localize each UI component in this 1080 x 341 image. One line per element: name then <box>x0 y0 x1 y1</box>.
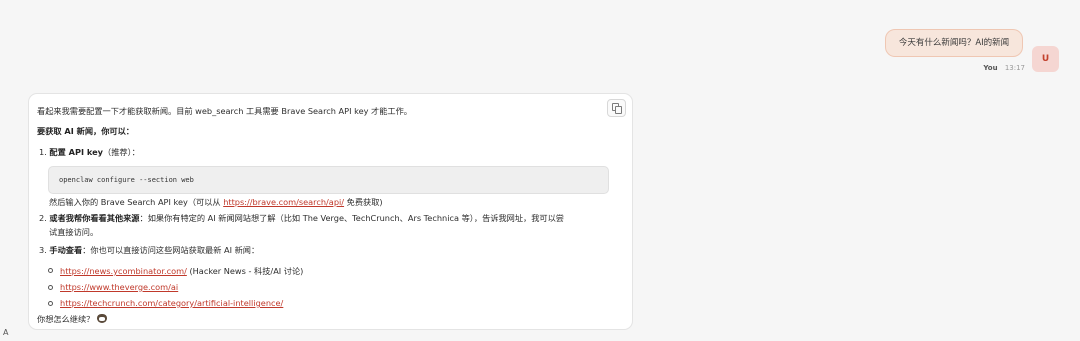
step-3-text: ：你也可以直接访问这些网站获取最新 AI 新闻： <box>82 245 260 255</box>
assistant-closing: 你想怎么继续？ <box>37 313 108 325</box>
user-avatar: U <box>1032 46 1059 72</box>
bullet-icon <box>48 285 53 290</box>
link-item: https://techcrunch.com/category/artifici… <box>60 298 283 308</box>
hacker-news-link[interactable]: https://news.ycombinator.com/ <box>60 266 187 276</box>
verge-link[interactable]: https://www.theverge.com/ai <box>60 282 178 292</box>
bullet-icon <box>48 301 53 306</box>
step-1-text: （推荐）： <box>103 147 140 157</box>
footer-letter: A <box>3 328 9 337</box>
step-1-detail-after: 免费获取) <box>344 197 383 207</box>
step-1-detail-before: 然后输入你的 Brave Search API key（可以从 <box>49 197 224 207</box>
link-item: https://www.theverge.com/ai <box>60 282 178 292</box>
message-time: 13:17 <box>1004 64 1025 72</box>
step-2-continued: 试直接访问。 <box>49 227 99 237</box>
step-1-detail: 然后输入你的 Brave Search API key（可以从 https://… <box>49 196 383 208</box>
step-1-number: 1. <box>39 147 47 157</box>
user-name: You <box>983 64 998 72</box>
step-3: 3. 手动查看：你也可以直接访问这些网站获取最新 AI 新闻： <box>39 244 259 256</box>
step-1-title: 配置 API key <box>49 147 103 157</box>
techcrunch-link[interactable]: https://techcrunch.com/category/artifici… <box>60 298 283 308</box>
step-1: 1. 配置 API key（推荐）： <box>39 146 140 158</box>
user-message-meta: You 13:17 <box>983 64 1025 72</box>
bullet-icon <box>48 268 53 273</box>
link-item: https://news.ycombinator.com/ (Hacker Ne… <box>60 265 303 277</box>
step-3-number: 3. <box>39 245 47 255</box>
code-block[interactable]: openclaw configure --section web <box>48 166 609 194</box>
user-message-bubble: 今天有什么新闻吗？AI的新闻 <box>885 29 1023 57</box>
step-2: 2. 或者我帮你看看其他来源：如果你有特定的 AI 新闻网站想了解（比如 The… <box>39 212 564 224</box>
step-2-title: 或者我帮你看看其他来源 <box>49 213 140 223</box>
assistant-intro: 看起来我需要配置一下才能获取新闻。目前 web_search 工具需要 Brav… <box>37 106 412 116</box>
step-2-number: 2. <box>39 213 47 223</box>
copy-icon[interactable] <box>607 99 626 117</box>
cat-face-emoji-icon <box>97 314 108 323</box>
assistant-message-card: 看起来我需要配置一下才能获取新闻。目前 web_search 工具需要 Brav… <box>28 93 633 330</box>
step-3-title: 手动查看 <box>49 245 83 255</box>
brave-api-link[interactable]: https://brave.com/search/api/ <box>223 197 344 207</box>
closing-text: 你想怎么继续？ <box>37 314 95 324</box>
step-2-text: ：如果你有特定的 AI 新闻网站想了解（比如 The Verge、TechCru… <box>139 213 564 223</box>
hacker-news-note: (Hacker News - 科技/AI 讨论) <box>186 266 304 276</box>
assistant-heading: 要获取 AI 新闻，你可以： <box>37 126 134 136</box>
